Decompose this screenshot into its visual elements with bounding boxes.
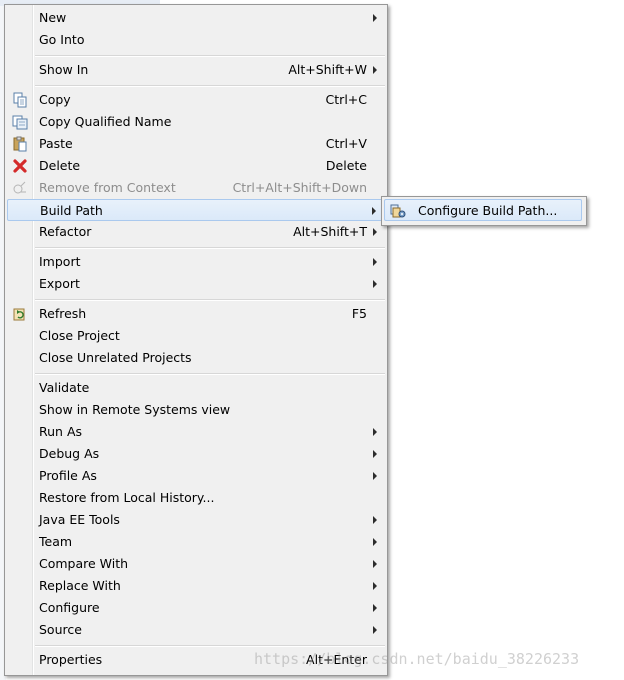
menu-item-label: Profile As — [39, 468, 97, 483]
menu-item-show-in[interactable]: Show In Alt+Shift+W — [7, 59, 383, 81]
menu-item-compare-with[interactable]: Compare With — [7, 553, 383, 575]
menu-item-team[interactable]: Team — [7, 531, 383, 553]
menu-item-label: Delete — [39, 158, 81, 173]
menu-item-label: Replace With — [39, 578, 121, 593]
menu-item-source[interactable]: Source — [7, 619, 383, 641]
menu-item-validate[interactable]: Validate — [7, 377, 383, 399]
menu-item-label: Java EE Tools — [39, 512, 120, 527]
delete-icon — [12, 158, 28, 174]
remove-from-context-icon — [12, 180, 28, 196]
menu-item-remove-from-context: Remove from Context Ctrl+Alt+Shift+Down — [7, 177, 383, 199]
submenu-arrow-icon — [373, 280, 377, 288]
submenu-arrow-icon — [372, 207, 376, 215]
menu-item-shortcut: Delete — [325, 158, 367, 173]
menu-item-label: Copy Qualified Name — [39, 114, 172, 129]
menu-separator — [35, 299, 385, 301]
menu-item-profile-as[interactable]: Profile As — [7, 465, 383, 487]
menu-item-label: Refactor — [39, 224, 92, 239]
menu-item-label: Remove from Context — [39, 180, 176, 195]
menu-item-label: Compare With — [39, 556, 129, 571]
menu-item-label: Go Into — [39, 32, 85, 47]
menu-item-label: New — [39, 10, 67, 25]
menu-item-label: Show In — [39, 62, 89, 77]
configure-build-path-icon — [390, 203, 406, 219]
submenu-arrow-icon — [373, 66, 377, 74]
menu-separator — [35, 645, 385, 647]
menu-item-close-unrelated-projects[interactable]: Close Unrelated Projects — [7, 347, 383, 369]
menu-item-copy[interactable]: Copy Ctrl+C — [7, 89, 383, 111]
menu-item-label: Paste — [39, 136, 73, 151]
submenu-arrow-icon — [373, 516, 377, 524]
menu-item-show-in-remote-systems-view[interactable]: Show in Remote Systems view — [7, 399, 383, 421]
menu-item-restore-from-local-history[interactable]: Restore from Local History... — [7, 487, 383, 509]
copy-icon — [12, 92, 28, 108]
menu-item-label: Close Project — [39, 328, 120, 343]
menu-item-shortcut: Ctrl+V — [325, 136, 367, 151]
menu-item-delete[interactable]: Delete Delete — [7, 155, 383, 177]
menu-item-import[interactable]: Import — [7, 251, 383, 273]
menu-item-close-project[interactable]: Close Project — [7, 325, 383, 347]
build-path-submenu: Configure Build Path... — [381, 196, 587, 226]
copy-qualified-name-icon — [12, 114, 28, 130]
menu-item-label: Import — [39, 254, 81, 269]
menu-item-shortcut: Alt+Shift+W — [288, 62, 367, 77]
menu-item-go-into[interactable]: Go Into — [7, 29, 383, 51]
submenu-arrow-icon — [373, 258, 377, 266]
menu-item-label: Properties — [39, 652, 103, 667]
menu-separator — [35, 55, 385, 57]
menu-item-export[interactable]: Export — [7, 273, 383, 295]
submenu-arrow-icon — [373, 14, 377, 22]
submenu-arrow-icon — [373, 604, 377, 612]
menu-item-label: Run As — [39, 424, 83, 439]
menu-item-label: Team — [39, 534, 73, 549]
menu-separator — [35, 85, 385, 87]
menu-item-configure-build-path[interactable]: Configure Build Path... — [384, 199, 582, 221]
menu-item-label: Build Path — [40, 203, 103, 218]
menu-item-label: Configure Build Path... — [418, 203, 558, 218]
menu-item-label: Refresh — [39, 306, 87, 321]
menu-item-shortcut: Alt+Shift+T — [293, 224, 367, 239]
context-menu: New Go Into Show In Alt+Shift+W Copy Ctr… — [4, 4, 388, 676]
submenu-arrow-icon — [373, 538, 377, 546]
menu-item-paste[interactable]: Paste Ctrl+V — [7, 133, 383, 155]
menu-item-label: Validate — [39, 380, 90, 395]
submenu-arrow-icon — [373, 428, 377, 436]
menu-item-run-as[interactable]: Run As — [7, 421, 383, 443]
menu-separator — [35, 247, 385, 249]
menu-item-label: Restore from Local History... — [39, 490, 215, 505]
menu-item-copy-qualified-name[interactable]: Copy Qualified Name — [7, 111, 383, 133]
menu-separator — [35, 373, 385, 375]
menu-item-shortcut: Ctrl+Alt+Shift+Down — [232, 180, 367, 195]
menu-item-replace-with[interactable]: Replace With — [7, 575, 383, 597]
paste-icon — [12, 136, 28, 152]
menu-item-refactor[interactable]: Refactor Alt+Shift+T — [7, 221, 383, 243]
submenu-arrow-icon — [373, 560, 377, 568]
menu-item-build-path[interactable]: Build Path — [7, 199, 383, 221]
submenu-arrow-icon — [373, 582, 377, 590]
menu-item-label: Close Unrelated Projects — [39, 350, 192, 365]
watermark-text: https://blog.csdn.net/baidu_38226233 — [254, 650, 580, 668]
menu-item-debug-as[interactable]: Debug As — [7, 443, 383, 465]
menu-item-label: Debug As — [39, 446, 100, 461]
menu-item-refresh[interactable]: Refresh F5 — [7, 303, 383, 325]
submenu-arrow-icon — [373, 450, 377, 458]
menu-item-label: Source — [39, 622, 82, 637]
menu-item-label: Configure — [39, 600, 100, 615]
menu-item-new[interactable]: New — [7, 7, 383, 29]
menu-item-label: Export — [39, 276, 80, 291]
menu-item-label: Show in Remote Systems view — [39, 402, 231, 417]
refresh-icon — [12, 306, 28, 322]
submenu-arrow-icon — [373, 472, 377, 480]
menu-item-label: Copy — [39, 92, 71, 107]
menu-item-shortcut: F5 — [351, 306, 367, 321]
menu-item-java-ee-tools[interactable]: Java EE Tools — [7, 509, 383, 531]
submenu-arrow-icon — [373, 626, 377, 634]
menu-item-configure[interactable]: Configure — [7, 597, 383, 619]
menu-item-shortcut: Ctrl+C — [325, 92, 367, 107]
submenu-arrow-icon — [373, 228, 377, 236]
